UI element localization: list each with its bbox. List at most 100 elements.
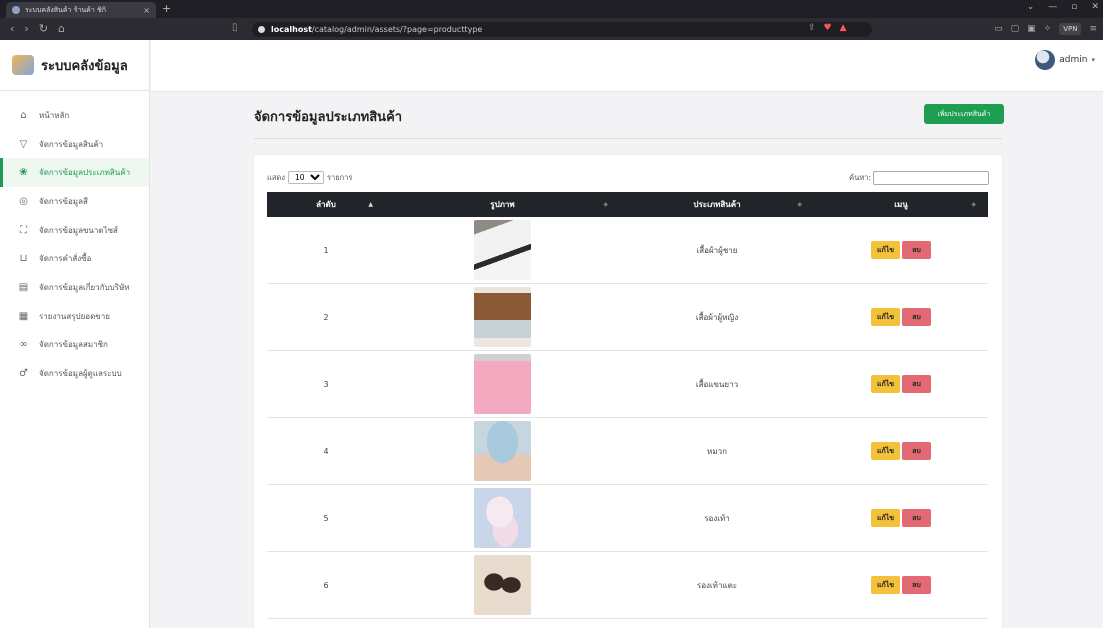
women-clothing-photo [474, 287, 531, 347]
sidebar-item-admins[interactable]: ♂ จัดการข้อมูลผู้ดูแลระบบ [0, 359, 149, 388]
table-body: 1 เสื้อผ้าผู้ชาย แก้ไข ลบ 2 เสื้อผ้าผู้หญ… [267, 217, 988, 619]
sidebar-item-colors[interactable]: ◎ จัดการข้อมูลสี [0, 187, 149, 216]
add-product-type-button[interactable]: เพิ่มประเภทสินค้า [924, 104, 1004, 124]
product-type-name: เสื้อแขนยาว [695, 379, 739, 389]
column-header-type[interactable]: ประเภทสินค้า ◆ [620, 192, 814, 217]
delete-button[interactable]: ลบ [902, 509, 931, 527]
sidebar-item-product-types[interactable]: ❀ จัดการข้อมูลประเภทสินค้า [0, 158, 149, 188]
sidebar: ระบบคลังข้อมูล ⌂ หน้าหลัก ▽ จัดการข้อมูล… [0, 40, 150, 628]
nav-buttons: ‹ › ↻ ⌂ [10, 22, 65, 35]
edit-button[interactable]: แก้ไข [871, 442, 900, 460]
rewards-icon[interactable]: ▲ [840, 23, 847, 33]
delete-button[interactable]: ลบ [902, 442, 931, 460]
extensions-icon[interactable]: ✧ [1044, 24, 1052, 34]
column-header-image[interactable]: รูปภาพ ◆ [385, 192, 620, 217]
row-number: 3 [323, 379, 329, 389]
user-menu[interactable]: admin ▾ [1035, 50, 1095, 70]
product-type-name: รองเท้า [704, 513, 730, 523]
sidebar-toggle-icon[interactable]: ▭ [994, 24, 1003, 34]
column-label: เมนู [894, 200, 908, 209]
share-icon[interactable]: ⇪ [808, 23, 816, 33]
delete-button[interactable]: ลบ [902, 576, 931, 594]
edit-button[interactable]: แก้ไข [871, 576, 900, 594]
wallet-icon[interactable]: ▣ [1027, 24, 1036, 34]
home-icon: ⌂ [20, 109, 27, 121]
tab-list-icon[interactable]: ⌄ [1027, 2, 1035, 12]
new-tab-button[interactable]: + [162, 2, 171, 15]
sidebar-item-label: หน้าหลัก [39, 110, 70, 120]
menu-icon[interactable]: ≡ [1089, 24, 1097, 34]
browser-tab-bar: ระบบคลังสินค้า ร้านค้า ชิกิ × + ⌄ — ▫ ✕ [0, 0, 1103, 18]
edit-button[interactable]: แก้ไข [871, 241, 900, 259]
sidebar-item-orders[interactable]: ⊔ จัดการคำสั่งซื้อ [0, 244, 149, 273]
hat-photo [474, 421, 531, 481]
delete-button[interactable]: ลบ [902, 308, 931, 326]
table-row: 5 รองเท้า แก้ไข ลบ [267, 485, 988, 552]
delete-button[interactable]: ลบ [902, 375, 931, 393]
sort-icon: ◆ [797, 201, 802, 208]
sidebar-item-label: จัดการข้อมูลเกี่ยวกับบริษัท [39, 282, 130, 292]
edit-button[interactable]: แก้ไข [871, 308, 900, 326]
browser-tab[interactable]: ระบบคลังสินค้า ร้านค้า ชิกิ × [6, 2, 156, 18]
sidebar-item-members[interactable]: ∞ จัดการข้อมูลสมาชิก [0, 331, 149, 360]
sidebar-item-sizes[interactable]: ⛶ จัดการข้อมูลขนาดไซส์ [0, 216, 149, 245]
brave-shield-icon[interactable]: ♥ [824, 23, 832, 33]
sidebar-item-label: รายงานสรุปยอดขาย [39, 311, 110, 321]
page-length-select[interactable]: 10 [287, 171, 324, 184]
avatar [1035, 50, 1056, 70]
bookmark-icon[interactable]: ▯ [232, 22, 238, 33]
divider [254, 138, 1002, 139]
tab-title: ระบบคลังสินค้า ร้านค้า ชิกิ [25, 5, 106, 14]
table-row: 4 หมวก แก้ไข ลบ [267, 418, 988, 485]
edit-button[interactable]: แก้ไข [871, 375, 900, 393]
url-host: localhost [271, 25, 312, 34]
sidebar-item-home[interactable]: ⌂ หน้าหลัก [0, 101, 149, 130]
window-close-icon[interactable]: ✕ [1091, 2, 1099, 12]
search-input[interactable] [873, 171, 989, 185]
brand[interactable]: ระบบคลังข้อมูล [0, 40, 149, 91]
reload-icon[interactable]: ↻ [39, 22, 48, 35]
sandals-photo [474, 555, 531, 615]
product-type-name: หมวก [707, 446, 727, 456]
sidebar-item-sales-report[interactable]: ▦ รายงานสรุปยอดขาย [0, 302, 149, 331]
address-bar-row: ‹ › ↻ ⌂ ▯ localhost/catalog/admin/assets… [0, 18, 1103, 40]
back-icon[interactable]: ‹ [10, 22, 14, 35]
window-controls: ⌄ — ▫ ✕ [1027, 2, 1099, 12]
sidebar-menu: ⌂ หน้าหลัก ▽ จัดการข้อมูลสินค้า ❀ จัดการ… [0, 91, 149, 388]
column-label: ลำดับ [316, 200, 336, 209]
sidebar-item-label: จัดการคำสั่งซื้อ [39, 254, 92, 264]
url-field[interactable]: localhost/catalog/admin/assets/?page=pro… [252, 22, 872, 37]
site-info-icon[interactable] [258, 26, 265, 33]
tab-search-icon[interactable]: ▢ [1011, 24, 1020, 34]
column-header-no[interactable]: ลำดับ ▲ [267, 192, 385, 217]
url-actions: ⇪ ♥ ▲ [808, 23, 847, 33]
edit-button[interactable]: แก้ไข [871, 509, 900, 527]
product-type-name: รองเท้าแตะ [696, 580, 738, 590]
admin-user-icon: ♂ [19, 368, 28, 380]
minimize-icon[interactable]: — [1048, 2, 1057, 12]
home-browser-icon[interactable]: ⌂ [58, 22, 65, 35]
table-header: ลำดับ ▲ รูปภาพ ◆ ประเภทสินค้า ◆ เมนู ◆ [267, 192, 988, 217]
shoes-photo [474, 488, 531, 548]
column-label: รูปภาพ [490, 200, 515, 209]
chevron-down-icon: ▾ [1091, 56, 1095, 64]
delete-button[interactable]: ลบ [902, 241, 931, 259]
page-title: จัดการข้อมูลประเภทสินค้า [254, 110, 403, 125]
report-icon: ▦ [18, 310, 29, 322]
table-row: 1 เสื้อผ้าผู้ชาย แก้ไข ลบ [267, 217, 988, 284]
sidebar-item-label: จัดการข้อมูลประเภทสินค้า [39, 168, 131, 178]
url-path: /catalog/admin/assets/?page=producttype [311, 25, 483, 34]
tab-close-icon[interactable]: × [143, 6, 150, 15]
men-clothing-photo [474, 220, 531, 280]
maximize-icon[interactable]: ▫ [1071, 2, 1077, 12]
row-number: 1 [323, 245, 329, 255]
sidebar-item-products[interactable]: ▽ จัดการข้อมูลสินค้า [0, 130, 149, 159]
product-type-name: เสื้อผ้าผู้ชาย [696, 245, 738, 255]
vpn-button[interactable]: VPN [1059, 23, 1082, 35]
search-label: ค้นหา: [849, 173, 871, 182]
row-number: 2 [323, 312, 329, 322]
forward-icon[interactable]: › [24, 22, 28, 35]
sidebar-item-company[interactable]: ▤ จัดการข้อมูลเกี่ยวกับบริษัท [0, 273, 149, 302]
sort-asc-icon: ▲ [368, 201, 373, 208]
column-header-menu[interactable]: เมนู ◆ [814, 192, 988, 217]
